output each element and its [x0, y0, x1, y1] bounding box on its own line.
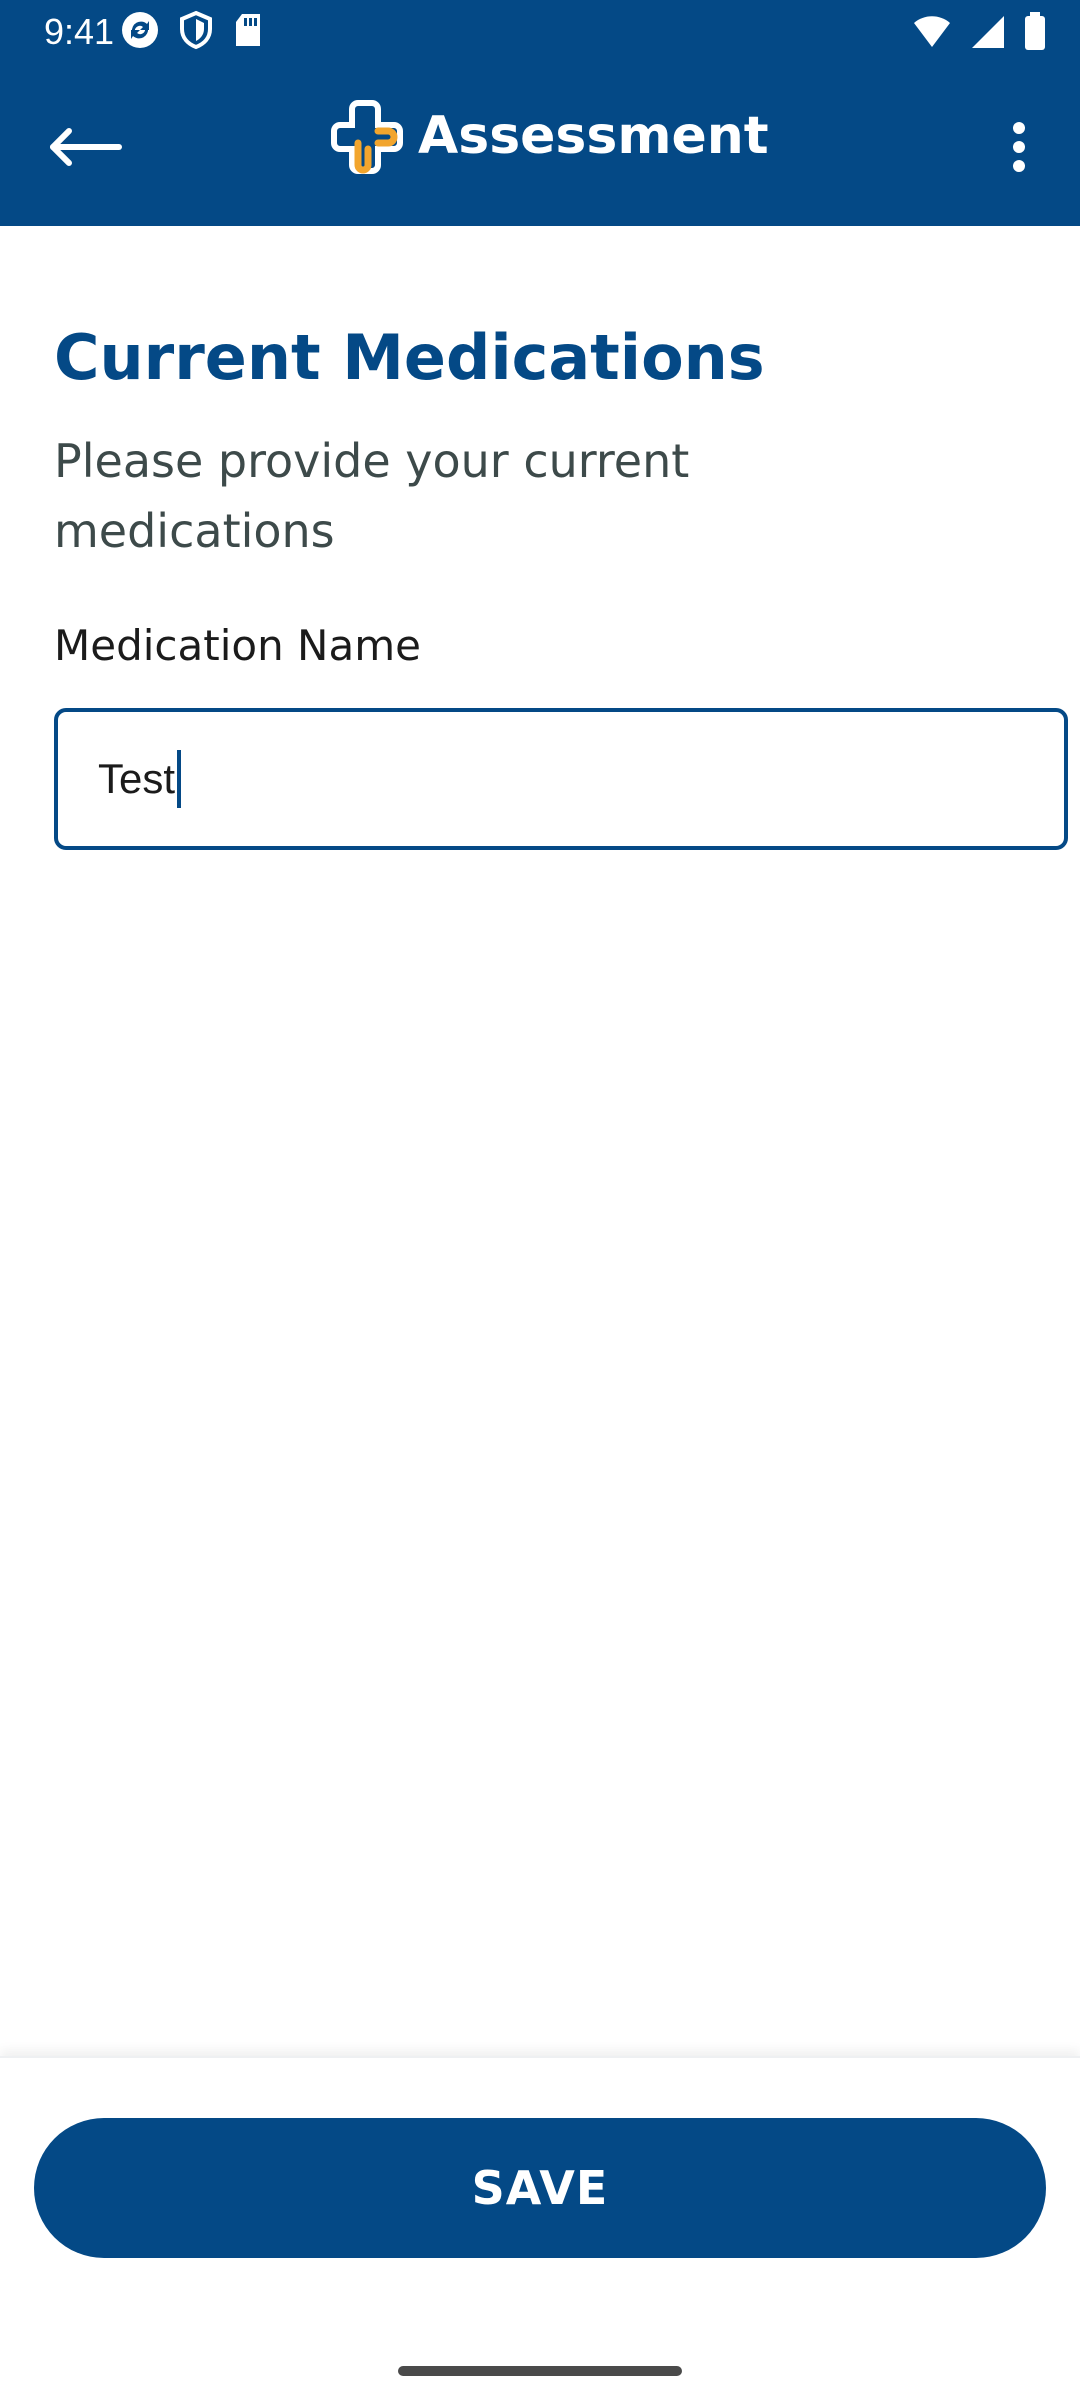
back-button[interactable]: [40, 104, 130, 194]
page-subtitle: Please provide your current medications: [54, 434, 690, 558]
wifi-icon: [912, 15, 952, 53]
medication-name-value-wrap: Test: [98, 750, 182, 808]
app-logo: [330, 97, 410, 177]
arrow-back-icon: [47, 127, 123, 171]
status-right-icons: [912, 12, 1046, 56]
medication-name-value[interactable]: Test: [98, 755, 175, 803]
text-cursor: [177, 750, 182, 808]
gesture-navigation-bar[interactable]: [398, 2366, 682, 2376]
more-vert-icon: [1011, 122, 1027, 176]
app-bar: Assessment: [0, 64, 1080, 226]
status-left-icons: [120, 10, 264, 54]
sd-card-icon: [232, 10, 264, 54]
status-bar: 9:41: [0, 0, 1080, 64]
save-button[interactable]: SAVE: [34, 2118, 1046, 2258]
sync-icon: [120, 10, 160, 54]
medication-name-label: Medication Name: [54, 621, 421, 670]
app-title: Assessment: [418, 106, 769, 166]
status-time: 9:41: [44, 11, 115, 52]
shield-icon: [178, 10, 214, 54]
page-title: Current Medications: [54, 321, 765, 394]
signal-icon: [970, 14, 1006, 54]
overflow-menu-button[interactable]: [984, 104, 1054, 194]
bottom-action-bar: SAVE: [0, 2056, 1080, 2402]
battery-icon: [1024, 12, 1046, 56]
medication-name-field[interactable]: Test: [54, 708, 1068, 850]
